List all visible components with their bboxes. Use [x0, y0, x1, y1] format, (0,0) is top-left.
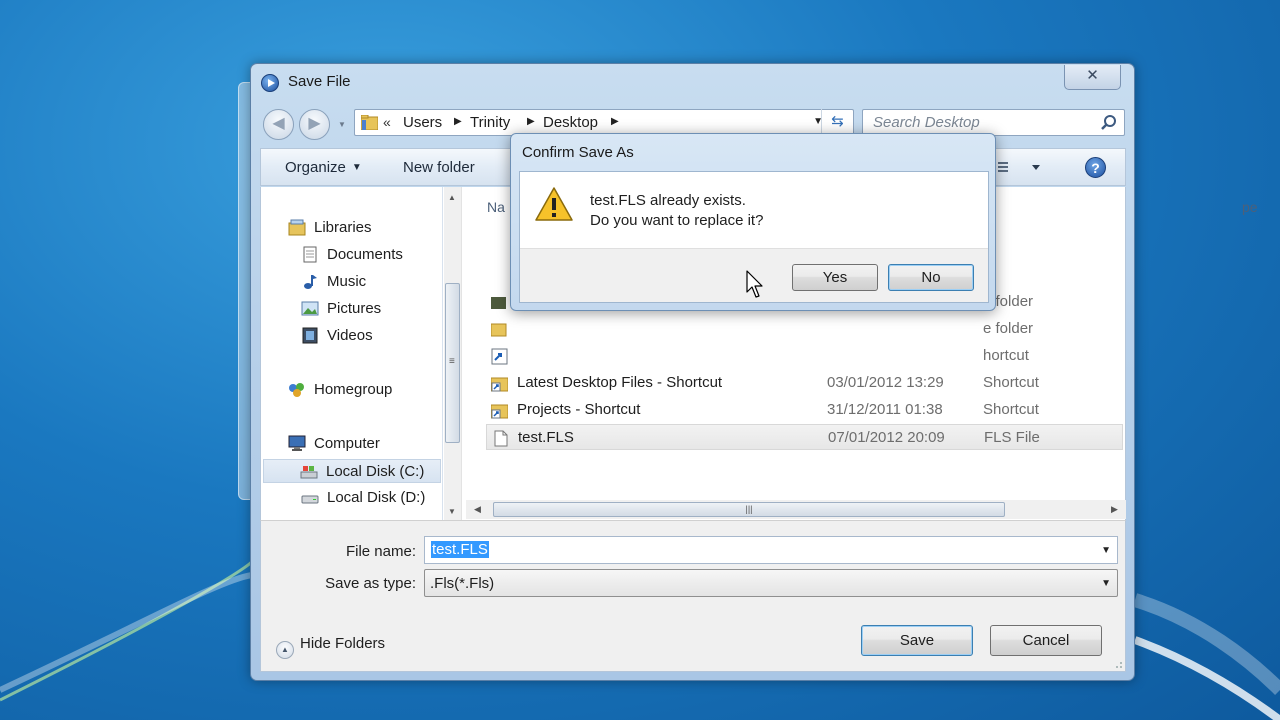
yes-button[interactable]: Yes [792, 264, 878, 291]
save-as-type-label: Save as type: [325, 575, 416, 592]
file-row[interactable]: hortcut [486, 343, 1123, 369]
file-name-field[interactable]: test.FLS ▼ [424, 536, 1118, 564]
scrollbar-thumb[interactable]: ≡ [445, 283, 460, 443]
save-button[interactable]: Save [861, 625, 973, 656]
column-header-name[interactable]: Na [487, 199, 505, 215]
cancel-button[interactable]: Cancel [990, 625, 1102, 656]
chevron-down-icon: ▼ [1101, 578, 1111, 589]
resize-grip-icon[interactable] [1111, 657, 1123, 669]
nav-item-libraries[interactable]: Libraries [288, 216, 438, 240]
confirm-message-line-2: Do you want to replace it? [590, 212, 764, 229]
chevron-down-icon: ▼ [351, 162, 362, 173]
nav-item-music[interactable]: Music [301, 270, 441, 294]
search-input[interactable]: Search Desktop [862, 109, 1125, 136]
folder-icon [361, 115, 378, 130]
forward-arrow-icon: ▶ [308, 115, 321, 132]
shortcut-icon [491, 377, 508, 392]
save-as-type-select[interactable]: .Fls(*.Fls) ▼ [424, 569, 1118, 597]
breadcrumb-separator-icon[interactable]: ▶ [611, 116, 619, 127]
address-overflow-chevron[interactable]: « [383, 114, 391, 130]
organize-menu[interactable]: Organize ▼ [285, 159, 362, 176]
confirm-save-as-dialog: Confirm Save As test.FLS already exists.… [510, 133, 996, 311]
column-header-type[interactable]: pe [1242, 199, 1258, 215]
scroll-up-arrow-icon[interactable]: ▲ [448, 193, 456, 202]
chevron-up-icon: ▲ [276, 641, 294, 659]
file-name-selected-text: test.FLS [431, 541, 489, 558]
help-button[interactable]: ? [1085, 157, 1106, 178]
grip-icon: ||| [745, 504, 753, 514]
navigation-pane: Libraries Documents Music Pictures Video… [261, 187, 443, 520]
breadcrumb-separator-icon[interactable]: ▶ [527, 116, 535, 127]
videos-icon [302, 327, 318, 344]
file-row[interactable]: Projects - Shortcut 31/12/2011 01:38 Sho… [486, 397, 1123, 423]
scrollbar-thumb[interactable]: ||| [493, 502, 1005, 517]
app-icon [261, 74, 279, 92]
warning-icon [535, 187, 573, 221]
file-row-selected[interactable]: test.FLS 07/01/2012 20:09 FLS File [486, 424, 1123, 450]
documents-icon [303, 246, 317, 263]
computer-icon [288, 435, 306, 451]
nav-item-videos[interactable]: Videos [301, 324, 441, 348]
local-disk-d-icon [301, 495, 319, 504]
scroll-left-arrow-icon[interactable]: ◀ [474, 504, 481, 515]
folder-icon [491, 297, 506, 309]
recent-pages-dropdown[interactable]: ▼ [338, 120, 346, 129]
nav-item-local-disk-c[interactable]: Local Disk (C:) [263, 459, 441, 483]
nav-item-local-disk-d[interactable]: Local Disk (D:) [301, 486, 441, 510]
nav-item-pictures[interactable]: Pictures [301, 297, 441, 321]
file-row[interactable]: Latest Desktop Files - Shortcut 03/01/20… [486, 370, 1123, 396]
hide-folders-toggle[interactable]: ▲ Hide Folders [276, 635, 385, 659]
confirm-dialog-title: Confirm Save As [522, 144, 634, 161]
nav-item-homegroup[interactable]: Homegroup [288, 378, 438, 402]
scroll-down-arrow-icon[interactable]: ▼ [448, 507, 456, 516]
chevron-down-icon[interactable]: ▼ [1101, 545, 1111, 556]
address-bar[interactable]: « Users ▶ Trinity ▶ Desktop ▶ ▼ [354, 109, 854, 136]
forward-button[interactable]: ▶ [299, 109, 330, 140]
confirm-message-line-1: test.FLS already exists. [590, 192, 746, 209]
save-options-panel: File name: test.FLS ▼ Save as type: .Fls… [260, 520, 1126, 672]
close-button[interactable]: ✕ [1064, 65, 1121, 90]
search-icon[interactable] [1100, 114, 1118, 132]
search-placeholder: Search Desktop [873, 114, 980, 131]
homegroup-icon [289, 383, 304, 397]
confirm-message: test.FLS already exists. Do you want to … [590, 191, 763, 231]
file-icon [494, 430, 508, 447]
libraries-icon [288, 219, 306, 236]
save-as-type-value: .Fls(*.Fls) [430, 575, 495, 592]
pictures-icon [301, 301, 319, 316]
confirm-dialog-body: test.FLS already exists. Do you want to … [519, 171, 989, 303]
change-view-button[interactable] [996, 157, 1046, 179]
nav-item-documents[interactable]: Documents [301, 243, 441, 267]
shortcut-icon [491, 348, 508, 365]
breadcrumb-separator-icon[interactable]: ▶ [454, 116, 462, 127]
grip-icon: ≡ [449, 356, 455, 367]
navigation-scrollbar[interactable]: ▲ ≡ ▼ [444, 187, 462, 520]
file-row[interactable]: e folder [486, 316, 1123, 342]
file-name-label: File name: [345, 543, 416, 560]
breadcrumb-trinity[interactable]: Trinity [470, 114, 510, 131]
file-list-horizontal-scrollbar[interactable]: ◀ ||| ▶ [466, 500, 1126, 519]
breadcrumb-users[interactable]: Users [403, 114, 442, 131]
views-icon [998, 162, 1040, 172]
shortcut-icon [491, 404, 508, 419]
breadcrumb-desktop[interactable]: Desktop [543, 114, 598, 131]
scroll-right-arrow-icon[interactable]: ▶ [1111, 504, 1118, 515]
title-bar: Save File ✕ [251, 64, 1134, 100]
music-icon [304, 275, 317, 289]
confirm-dialog-footer: Yes No [520, 248, 988, 302]
new-folder-button[interactable]: New folder [403, 159, 475, 176]
nav-item-computer[interactable]: Computer [288, 432, 438, 456]
refresh-button[interactable]: ⇆ [821, 109, 853, 136]
folder-icon [491, 323, 507, 337]
refresh-icon: ⇆ [831, 113, 844, 130]
dialog-title: Save File [288, 73, 351, 90]
local-disk-c-icon [300, 466, 318, 479]
back-arrow-icon: ◀ [272, 115, 285, 132]
no-button[interactable]: No [888, 264, 974, 291]
back-button[interactable]: ◀ [263, 109, 294, 140]
